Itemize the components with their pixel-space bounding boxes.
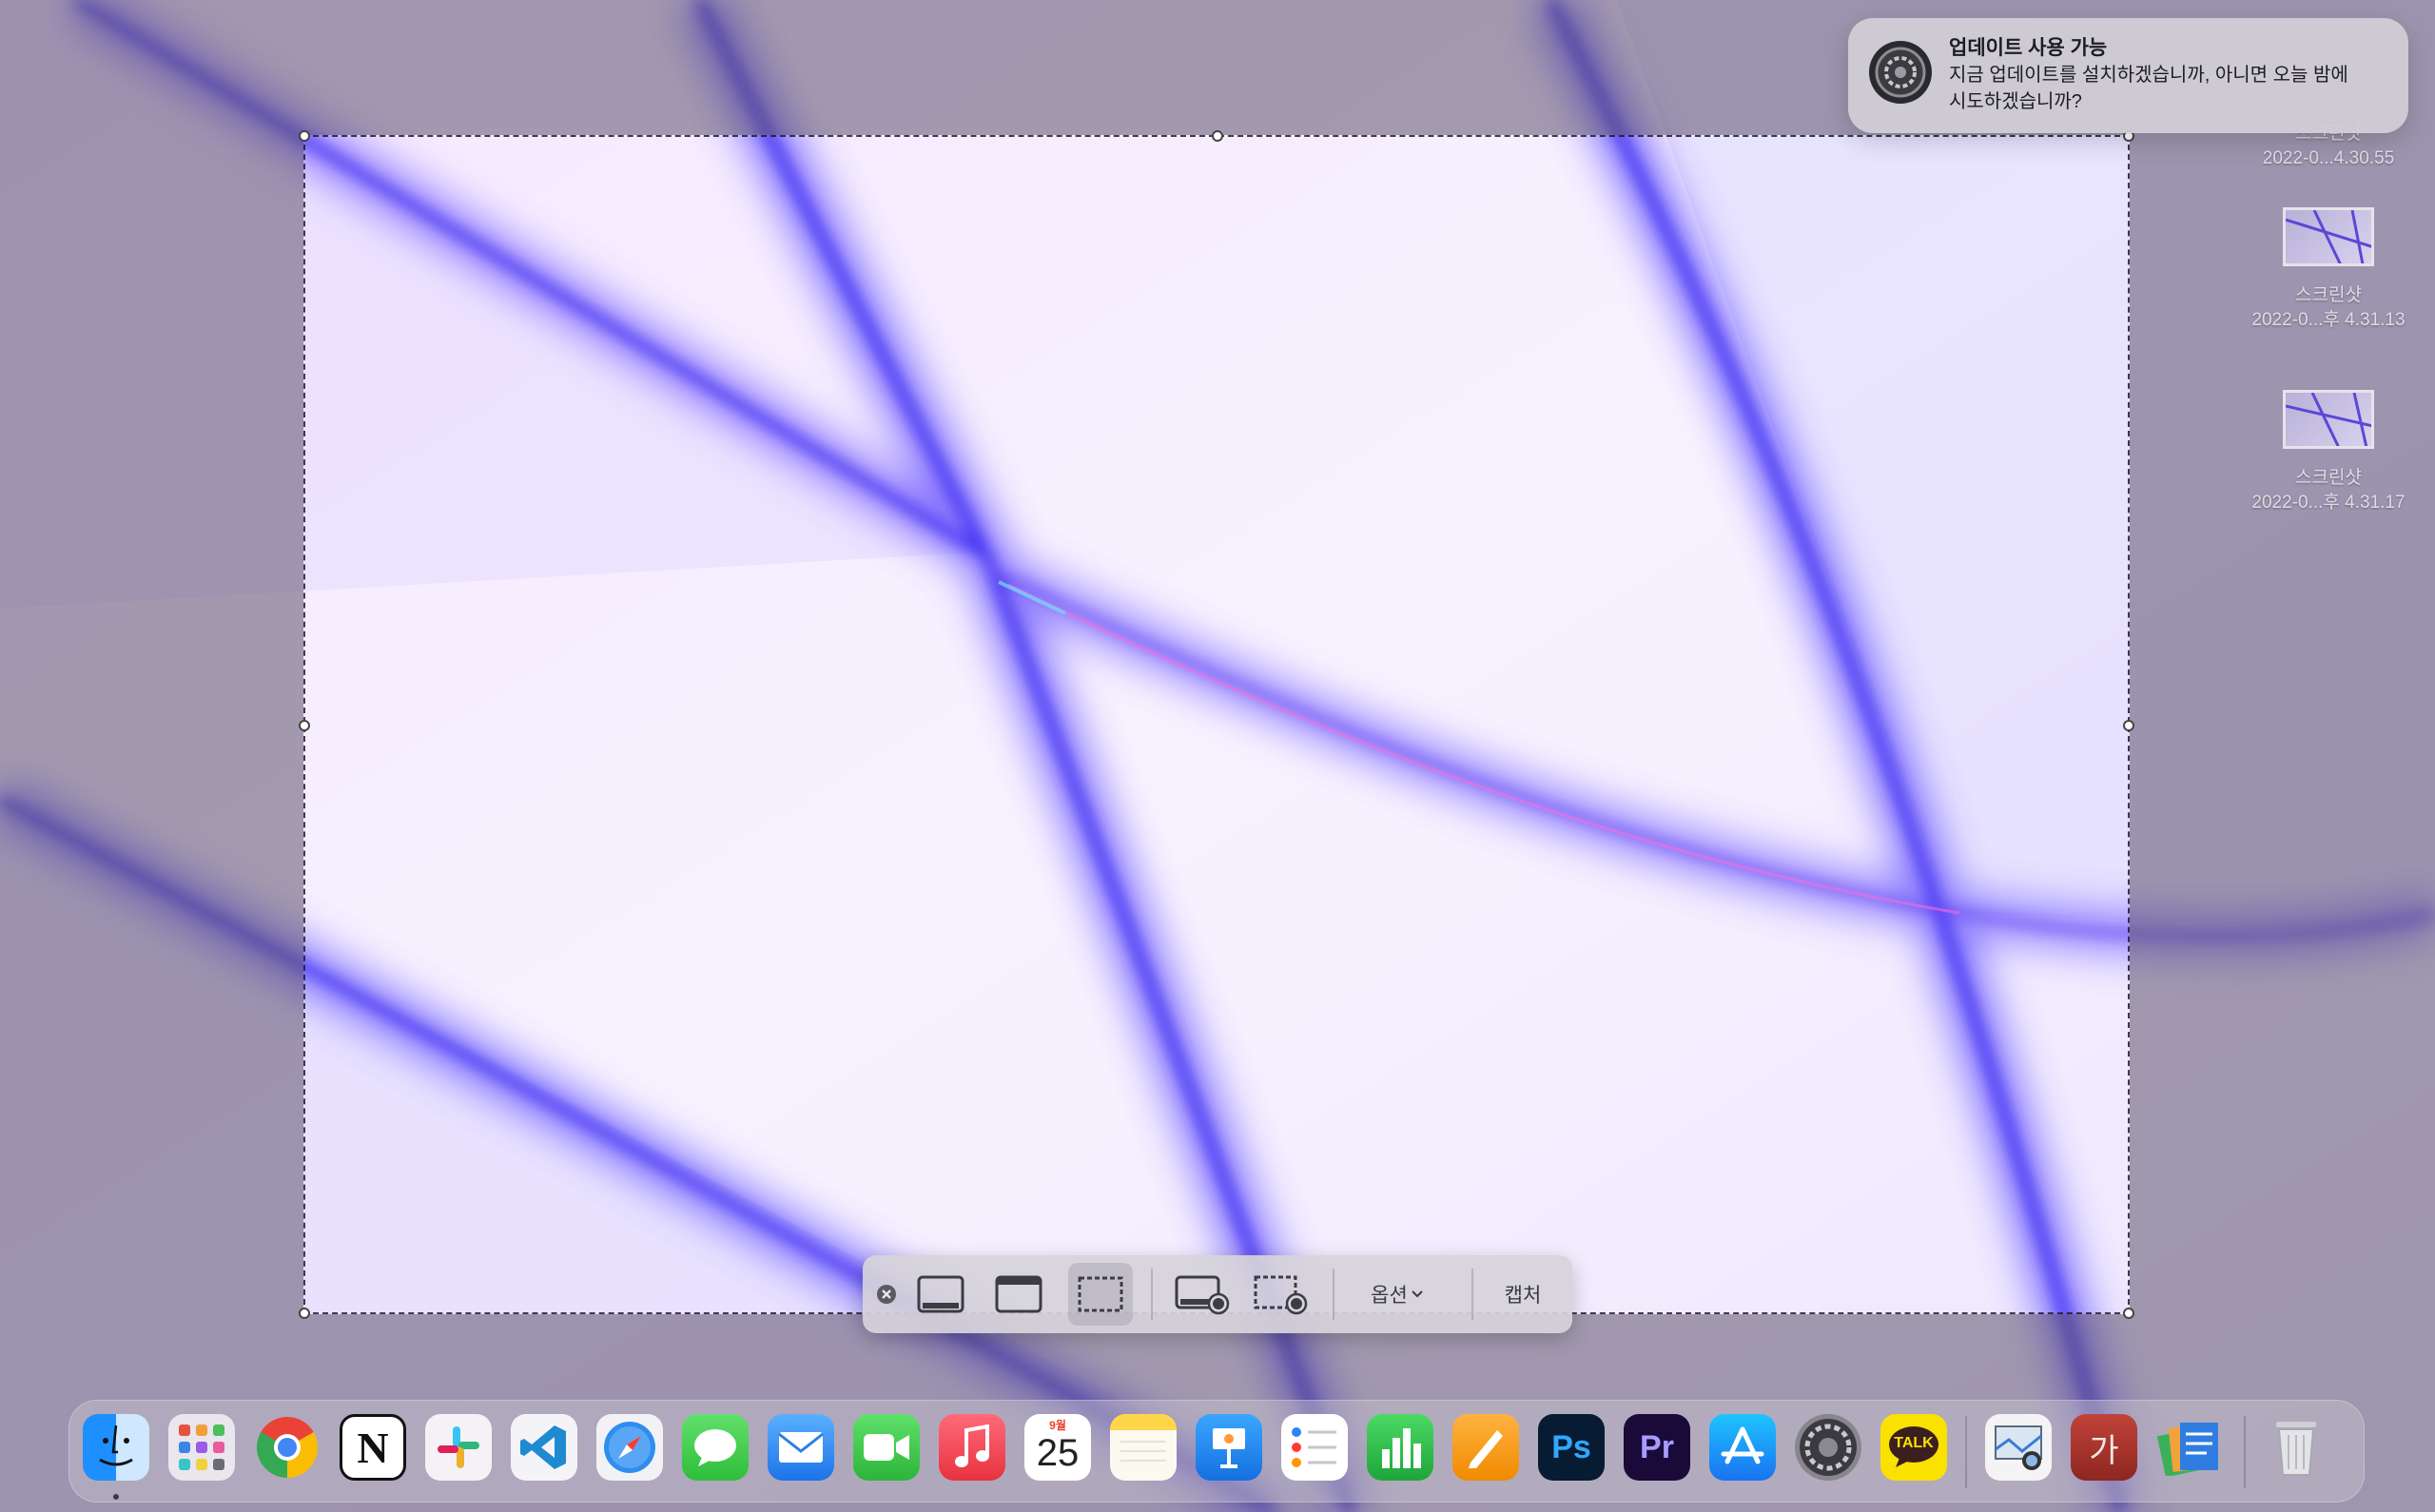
system-preferences-icon[interactable] — [1795, 1414, 1861, 1481]
selection-handle-top-left[interactable] — [299, 130, 310, 142]
calendar-icon[interactable]: 9월 25 — [1024, 1414, 1091, 1481]
close-icon — [877, 1285, 896, 1304]
chrome-icon[interactable] — [254, 1414, 321, 1481]
window-icon — [995, 1275, 1042, 1313]
selection-handle-bottom-right[interactable] — [2123, 1308, 2134, 1319]
selection-handle-middle-right[interactable] — [2123, 720, 2134, 731]
notion-label: N — [357, 1423, 389, 1472]
screenshot-thumbnail — [2283, 207, 2374, 266]
dictionary-label: 가 — [2089, 1432, 2119, 1469]
capture-window-button[interactable] — [988, 1263, 1049, 1326]
mail-icon[interactable] — [768, 1414, 834, 1481]
notion-icon[interactable]: N — [340, 1414, 406, 1481]
numbers-icon[interactable] — [1367, 1414, 1433, 1481]
desktop-file-item[interactable]: 스크린샷 2022-0...후 4.31.17 — [2233, 390, 2424, 515]
toolbar-divider — [1333, 1269, 1334, 1320]
selection-handle-top-center[interactable] — [1212, 130, 1223, 142]
desktop-file-date: 2022-0...후 4.31.13 — [2251, 310, 2406, 330]
capture-entire-screen-button[interactable] — [910, 1263, 971, 1326]
trash-icon[interactable] — [2263, 1414, 2329, 1481]
launchpad-icon[interactable] — [168, 1414, 235, 1481]
reminders-icon[interactable] — [1281, 1414, 1348, 1481]
dictionary-icon[interactable]: 가 — [2071, 1414, 2137, 1481]
record-screen-icon — [1175, 1275, 1230, 1315]
slack-icon[interactable] — [425, 1414, 492, 1481]
selection-handle-middle-left[interactable] — [299, 720, 310, 731]
record-selection-icon — [1254, 1275, 1308, 1315]
finder-icon[interactable] — [83, 1414, 149, 1481]
toolbar-divider — [1151, 1269, 1153, 1320]
calendar-month: 9월 — [1049, 1419, 1066, 1432]
record-selected-portion-button[interactable] — [1247, 1263, 1314, 1326]
photoshop-icon[interactable]: Ps — [1538, 1414, 1605, 1481]
photoshop-label: Ps — [1551, 1428, 1591, 1465]
documents-icon[interactable] — [2156, 1414, 2223, 1481]
safari-icon[interactable] — [596, 1414, 663, 1481]
selection-handle-bottom-left[interactable] — [299, 1308, 310, 1319]
calendar-day: 25 — [1036, 1432, 1080, 1474]
notification-body: 지금 업데이트를 설치하겠습니까, 아니면 오늘 밤에 시도하겠습니까? — [1949, 65, 2348, 112]
kakaotalk-icon[interactable]: TALK — [1880, 1414, 1947, 1481]
music-icon[interactable] — [939, 1414, 1005, 1481]
screenshot-toolbar: 옵션 캡처 — [863, 1255, 1572, 1333]
selection-icon — [1078, 1276, 1123, 1312]
capture-selection-area[interactable] — [299, 130, 2134, 1319]
screenshot-thumbnail — [2283, 390, 2374, 449]
notes-icon[interactable] — [1110, 1414, 1177, 1481]
notification-title: 업데이트 사용 가능 — [1949, 37, 2108, 59]
desktop-file-name: 스크린샷 — [2295, 285, 2362, 305]
dock-divider — [2244, 1416, 2246, 1488]
desktop-file-item[interactable]: 스크린샷 2022-0...후 4.31.13 — [2233, 207, 2424, 333]
system-preferences-icon — [1869, 41, 1932, 104]
app-store-icon[interactable] — [1709, 1414, 1776, 1481]
keynote-icon[interactable] — [1196, 1414, 1262, 1481]
desktop-file-date: 2022-0...후 4.31.17 — [2251, 493, 2406, 513]
pages-icon[interactable] — [1452, 1414, 1519, 1481]
messages-icon[interactable] — [682, 1414, 749, 1481]
dock-divider — [1965, 1416, 1967, 1488]
options-menu-button[interactable]: 옵션 — [1352, 1263, 1443, 1326]
preview-icon[interactable] — [1985, 1414, 2052, 1481]
desktop-file-name: 스크린샷 — [2295, 468, 2362, 488]
capture-label: 캡처 — [1504, 1285, 1542, 1307]
capture-button[interactable]: 캡처 — [1483, 1263, 1563, 1326]
kakaotalk-label: TALK — [1894, 1435, 1934, 1451]
capture-selected-portion-button[interactable] — [1068, 1263, 1133, 1326]
entire-screen-icon — [917, 1275, 964, 1313]
premiere-label: Pr — [1640, 1428, 1674, 1465]
premiere-icon[interactable]: Pr — [1624, 1414, 1690, 1481]
facetime-icon[interactable] — [853, 1414, 920, 1481]
desktop-file-date: 2022-0...4.30.55 — [2262, 148, 2395, 168]
running-indicator — [113, 1494, 119, 1500]
update-notification[interactable]: 업데이트 사용 가능 지금 업데이트를 설치하겠습니까, 아니면 오늘 밤에 시… — [1848, 18, 2408, 133]
chevron-down-icon — [1412, 1290, 1423, 1298]
toolbar-divider — [1471, 1269, 1473, 1320]
dock: N 9월 25 Ps Pr TALK 가 — [68, 1400, 2365, 1502]
vscode-icon[interactable] — [511, 1414, 577, 1481]
options-label: 옵션 — [1371, 1285, 1408, 1307]
close-button[interactable] — [872, 1263, 901, 1326]
record-entire-screen-button[interactable] — [1169, 1263, 1236, 1326]
